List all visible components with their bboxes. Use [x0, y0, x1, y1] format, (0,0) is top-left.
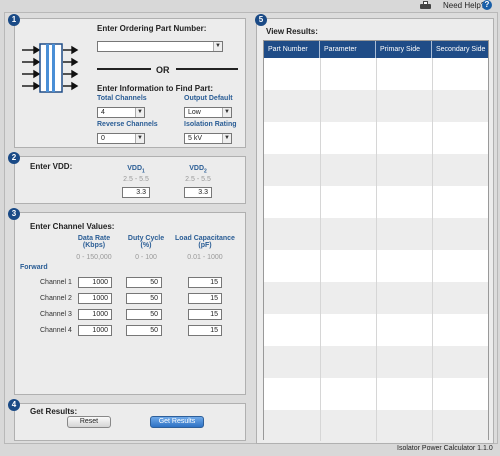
duty-cycle-input[interactable]: 50: [126, 325, 162, 336]
step-1-badge: 1: [8, 14, 20, 26]
column-divider: [432, 58, 433, 441]
total-channels-select[interactable]: 4 ▼: [97, 107, 145, 118]
chevron-down-icon: ▼: [222, 108, 231, 117]
channel-heading: Enter Channel Values:: [30, 222, 115, 231]
output-default-label: Output Default: [184, 95, 233, 102]
vdd2-input[interactable]: 3.3: [184, 187, 212, 198]
column-header-part-number[interactable]: Part Number: [264, 41, 320, 58]
load-cap-input[interactable]: 15: [188, 325, 222, 336]
total-channels-label: Total Channels: [97, 95, 147, 102]
chevron-down-icon: ▼: [222, 134, 231, 143]
output-default-select[interactable]: Low ▼: [184, 107, 232, 118]
printer-icon[interactable]: [420, 1, 431, 10]
divider-left: [97, 68, 151, 70]
data-rate-input[interactable]: 1000: [78, 277, 112, 288]
step-5-badge: 5: [255, 14, 267, 26]
col-data-rate-label: Data Rate (Kbps): [77, 235, 111, 249]
chevron-down-icon: ▼: [213, 42, 222, 51]
version-label: Isolator Power Calculator 1.1.0: [397, 445, 493, 452]
view-results-heading: View Results:: [266, 27, 318, 36]
load-cap-range: 0.01 - 1000: [187, 254, 223, 261]
column-header-secondary-side[interactable]: Secondary Side: [432, 41, 490, 58]
results-table: Part Number Parameter Primary Side Secon…: [263, 40, 489, 442]
results-table-header: Part Number Parameter Primary Side Secon…: [264, 41, 488, 58]
top-bar: Need Help? ?: [0, 0, 500, 12]
column-header-parameter[interactable]: Parameter: [320, 41, 376, 58]
find-part-heading: Enter Information to Find Part:: [97, 84, 213, 93]
data-rate-input[interactable]: 1000: [78, 325, 112, 336]
channel-name: Channel 1: [40, 279, 72, 286]
vdd2-label: VDD2: [189, 165, 207, 175]
step-3-badge: 3: [8, 208, 20, 220]
part-number-heading: Enter Ordering Part Number:: [97, 24, 207, 33]
load-cap-input[interactable]: 15: [188, 309, 222, 320]
column-divider: [376, 58, 377, 441]
data-rate-input[interactable]: 1000: [78, 293, 112, 304]
channel-name: Channel 4: [40, 327, 72, 334]
duty-cycle-input[interactable]: 50: [126, 309, 162, 320]
vdd-heading: Enter VDD:: [30, 162, 73, 171]
part-number-select[interactable]: ▼: [97, 41, 223, 52]
data-rate-input[interactable]: 1000: [78, 309, 112, 320]
step-4-badge: 4: [8, 399, 20, 411]
reverse-channels-label: Reverse Channels: [97, 121, 158, 128]
isolator-diagram: [22, 43, 79, 93]
help-link[interactable]: Need Help?: [443, 1, 485, 10]
duty-cycle-input[interactable]: 50: [126, 277, 162, 288]
duty-cycle-input[interactable]: 50: [126, 293, 162, 304]
col-load-cap-label: Load Capacitance (pF): [175, 235, 235, 249]
isolation-rating-select[interactable]: 5 kV ▼: [184, 133, 232, 144]
channel-name: Channel 3: [40, 311, 72, 318]
chevron-down-icon: ▼: [135, 108, 144, 117]
load-cap-input[interactable]: 15: [188, 293, 222, 304]
reverse-channels-select[interactable]: 0 ▼: [97, 133, 145, 144]
data-rate-range: 0 - 150,000: [76, 254, 112, 261]
vdd1-input[interactable]: 3.3: [122, 187, 150, 198]
vdd1-range: 2.5 - 5.5: [123, 176, 149, 183]
reset-button[interactable]: Reset: [67, 416, 111, 428]
channel-name: Channel 2: [40, 295, 72, 302]
load-cap-input[interactable]: 15: [188, 277, 222, 288]
column-header-primary-side[interactable]: Primary Side: [376, 41, 432, 58]
help-icon[interactable]: ?: [482, 0, 492, 10]
forward-label: Forward: [20, 264, 48, 271]
vdd1-label: VDD1: [127, 165, 145, 175]
step-2-badge: 2: [8, 152, 20, 164]
vdd2-range: 2.5 - 5.5: [185, 176, 211, 183]
col-duty-cycle-label: Duty Cycle (%): [127, 235, 165, 249]
or-label: OR: [156, 65, 170, 75]
get-results-button[interactable]: Get Results: [150, 416, 204, 428]
divider-right: [176, 68, 238, 70]
duty-cycle-range: 0 - 100: [135, 254, 157, 261]
chevron-down-icon: ▼: [135, 134, 144, 143]
isolation-rating-label: Isolation Rating: [184, 121, 237, 128]
column-divider: [320, 58, 321, 441]
get-results-heading: Get Results:: [30, 407, 78, 416]
